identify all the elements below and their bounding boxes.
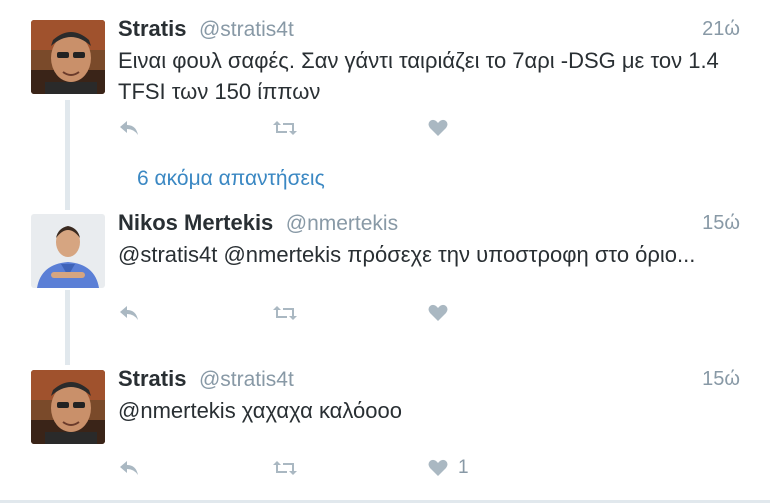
timestamp: 15ώ xyxy=(702,212,740,234)
tweet-text: @nmertekis χαχαχα καλόοοο xyxy=(118,398,403,423)
tweet[interactable]: Nikos Mertekis @nmertekis 15ώ @stratis4t… xyxy=(0,200,770,350)
tweet-text: Ειναι φουλ σαφές. Σαν γάντι ταιριάζει το… xyxy=(118,48,719,104)
like-button[interactable] xyxy=(428,116,458,140)
avatar[interactable] xyxy=(31,20,105,94)
like-button[interactable] xyxy=(428,301,458,325)
reply-icon xyxy=(120,121,138,135)
tweet-text: @stratis4t @nmertekis πρόσεχε την υποστρ… xyxy=(118,242,696,267)
timestamp: 15ώ xyxy=(702,368,740,390)
like-count: 1 xyxy=(458,457,469,478)
retweet-button[interactable] xyxy=(272,116,298,140)
user-handle[interactable]: @stratis4t xyxy=(199,368,294,391)
reply-button[interactable] xyxy=(118,116,140,140)
tweet[interactable]: Stratis @stratis4t 21ώ Ειναι φουλ σαφές.… xyxy=(0,0,770,150)
reply-button[interactable] xyxy=(118,456,140,480)
heart-icon xyxy=(428,119,448,136)
user-handle[interactable]: @nmertekis xyxy=(286,212,398,235)
retweet-button[interactable] xyxy=(272,456,298,480)
user-name[interactable]: Nikos Mertekis xyxy=(118,210,273,235)
avatar[interactable] xyxy=(31,214,105,288)
user-handle[interactable]: @stratis4t xyxy=(199,18,294,41)
heart-icon xyxy=(428,304,448,321)
retweet-button[interactable] xyxy=(272,301,298,325)
user-name[interactable]: Stratis xyxy=(118,16,186,41)
retweet-icon xyxy=(273,306,297,320)
reply-button[interactable] xyxy=(118,301,140,325)
timestamp: 21ώ xyxy=(702,18,740,40)
retweet-icon xyxy=(273,461,297,475)
reply-icon xyxy=(120,306,138,320)
like-button[interactable]: 1 xyxy=(428,456,469,480)
tweet[interactable]: Stratis @stratis4t 15ώ @nmertekis χαχαχα… xyxy=(0,355,770,495)
heart-icon xyxy=(428,459,448,476)
retweet-icon xyxy=(273,121,297,135)
avatar[interactable] xyxy=(31,370,105,444)
user-name[interactable]: Stratis xyxy=(118,366,186,391)
more-replies-link[interactable]: 6 ακόμα απαντήσεις xyxy=(137,167,325,191)
reply-icon xyxy=(120,461,138,475)
